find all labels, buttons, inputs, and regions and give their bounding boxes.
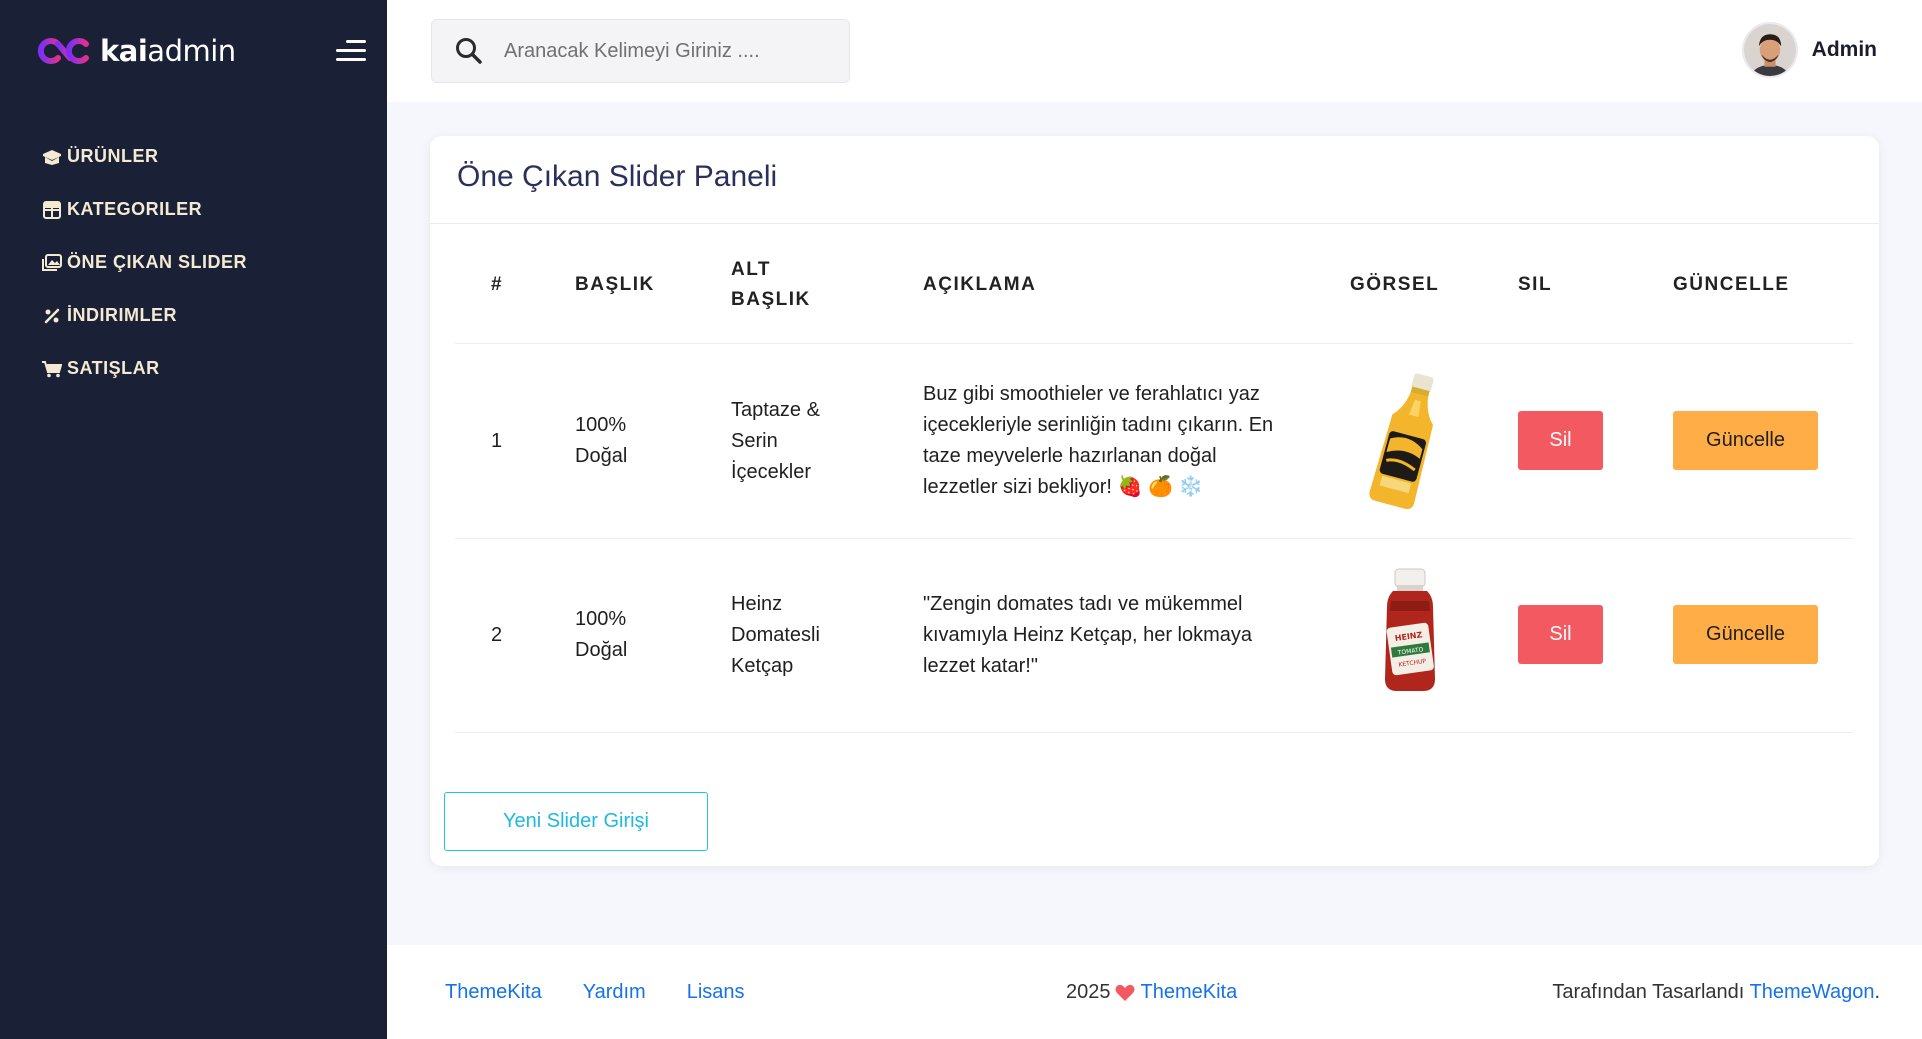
heart-icon (1115, 984, 1134, 1001)
footer-links: ThemeKita Yardım Lisans (445, 981, 786, 1004)
column-header-guncelle: GÜNCELLE (1673, 274, 1790, 295)
table-row: 1 100% Doğal Taptaze & Serin İçecekler B… (455, 345, 1853, 539)
footer-credit-suffix: . (1874, 981, 1880, 1003)
footer-credit-text: Tarafından Tasarlandı (1552, 981, 1745, 1003)
sidebar: kaiadmin ÜRÜNLER KATEGORILER ÖNE ÇIKAN S… (0, 0, 387, 1039)
sidebar-toggle-icon[interactable] (334, 38, 366, 64)
slider-panel-card: Öne Çıkan Slider Paneli # BAŞLIK ALT BAŞ… (430, 136, 1879, 866)
juice-bottle-image (1369, 373, 1434, 510)
sidebar-item-indirimler[interactable]: İNDIRIMLER (42, 289, 247, 342)
update-button[interactable]: Güncelle (1673, 605, 1818, 664)
search-input[interactable] (504, 39, 824, 63)
column-header-sil: SIL (1518, 274, 1553, 295)
row-title: 100% Doğal (575, 414, 628, 467)
footer: ThemeKita Yardım Lisans 2025 ThemeKita T… (387, 945, 1922, 1039)
images-icon (42, 253, 62, 273)
row-number: 2 (491, 624, 503, 646)
row-description: "Zengin domates tadı ve mükemmel kıvamıy… (923, 593, 1253, 677)
percent-icon (42, 306, 62, 326)
footer-designer-link[interactable]: ThemeWagon (1750, 981, 1875, 1003)
table-row: 2 100% Doğal Heinz Domatesli Ketçap "Zen… (455, 539, 1853, 733)
search-icon[interactable] (454, 36, 484, 66)
footer-copyright: 2025 ThemeKita (1066, 981, 1237, 1004)
footer-center-link[interactable]: ThemeKita (1141, 981, 1238, 1004)
table-header: # BAŞLIK ALT BAŞLIK AÇIKLAMA GÖRSEL SIL … (455, 224, 1853, 344)
th-large-icon (42, 200, 62, 220)
column-header-alt-baslik: ALT BAŞLIK (731, 259, 811, 310)
row-description: Buz gibi smoothieler ve ferahlatıcı yaz … (923, 383, 1274, 498)
column-header-number: # (491, 274, 504, 295)
sidebar-item-one-cikan-slider[interactable]: ÖNE ÇIKAN SLIDER (42, 236, 247, 289)
footer-link-lisans[interactable]: Lisans (687, 981, 745, 1004)
brand-logo[interactable]: kaiadmin (36, 30, 366, 72)
sidebar-nav: ÜRÜNLER KATEGORILER ÖNE ÇIKAN SLIDER İND… (42, 130, 247, 395)
row-title: 100% Doğal (575, 608, 628, 661)
column-header-baslik: BAŞLIK (575, 274, 655, 295)
delete-button[interactable]: Sil (1518, 605, 1603, 664)
search-box (431, 19, 850, 83)
row-subtitle: Heinz Domatesli Ketçap (731, 593, 820, 677)
delete-button[interactable]: Sil (1518, 411, 1603, 470)
sidebar-item-kategoriler[interactable]: KATEGORILER (42, 183, 247, 236)
kai-logo-icon (37, 38, 89, 64)
footer-link-yardim[interactable]: Yardım (583, 981, 646, 1004)
user-menu[interactable]: Admin (1741, 22, 1877, 78)
shopping-cart-icon (42, 359, 62, 379)
ketchup-jar-image: HEINZ TOMATO KETCHUP (1385, 568, 1435, 691)
update-button[interactable]: Güncelle (1673, 411, 1818, 470)
sidebar-item-urunler[interactable]: ÜRÜNLER (42, 130, 247, 183)
footer-year: 2025 (1066, 981, 1111, 1003)
footer-credit: Tarafından Tasarlandı ThemeWagon. (1552, 981, 1880, 1004)
box-open-icon (42, 147, 62, 167)
row-subtitle: Taptaze & Serin İçecekler (731, 399, 820, 483)
sidebar-item-satislar[interactable]: SATIŞLAR (42, 342, 247, 395)
new-slider-button[interactable]: Yeni Slider Girişi (444, 792, 708, 851)
column-header-gorsel: GÖRSEL (1350, 274, 1440, 295)
footer-link-themekita[interactable]: ThemeKita (445, 981, 542, 1004)
page-title: Öne Çıkan Slider Paneli (457, 160, 778, 193)
top-navbar: Admin (387, 0, 1922, 102)
logo-text: kaiadmin (100, 34, 236, 68)
row-number: 1 (491, 430, 503, 452)
column-header-aciklama: AÇIKLAMA (923, 274, 1037, 295)
avatar (1741, 22, 1798, 78)
